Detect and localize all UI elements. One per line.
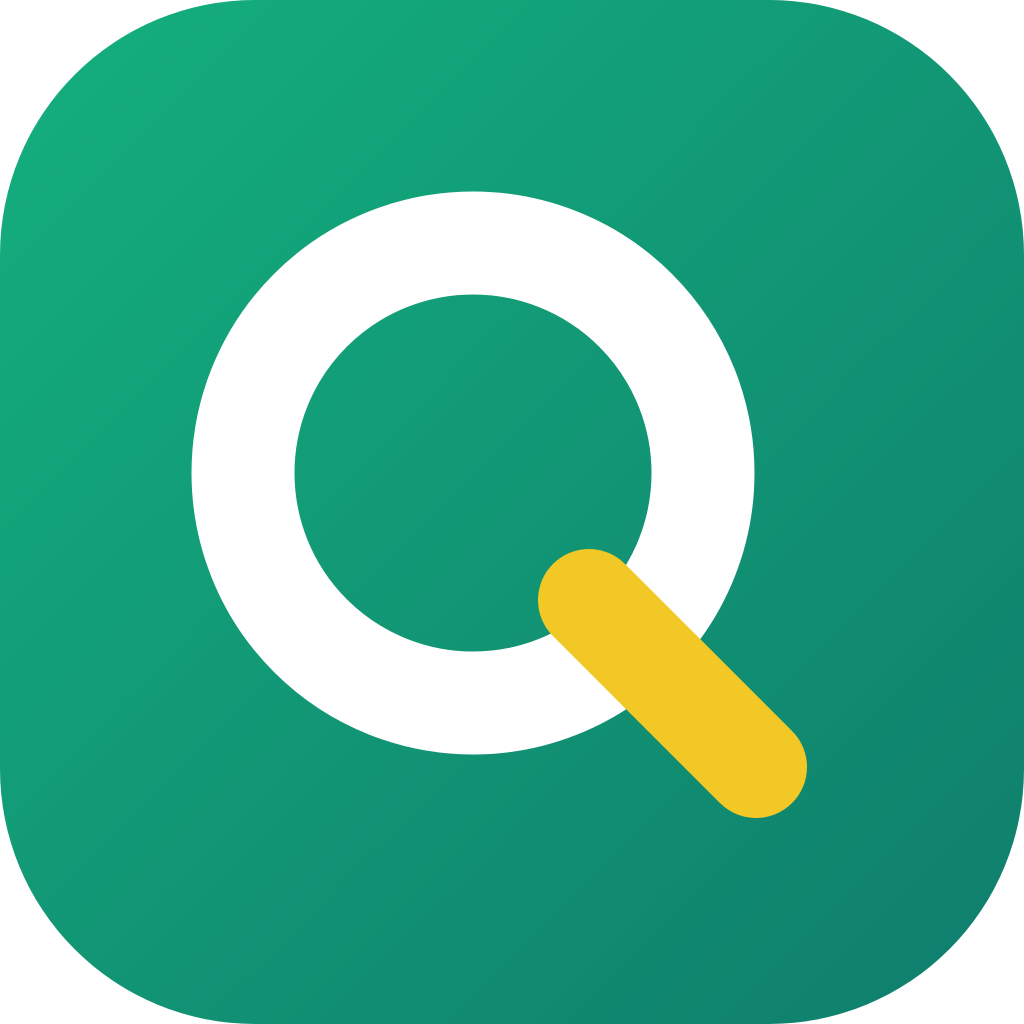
app-icon-graphic [0,0,1024,1024]
icon-background [0,0,1024,1024]
app-icon [0,0,1024,1024]
